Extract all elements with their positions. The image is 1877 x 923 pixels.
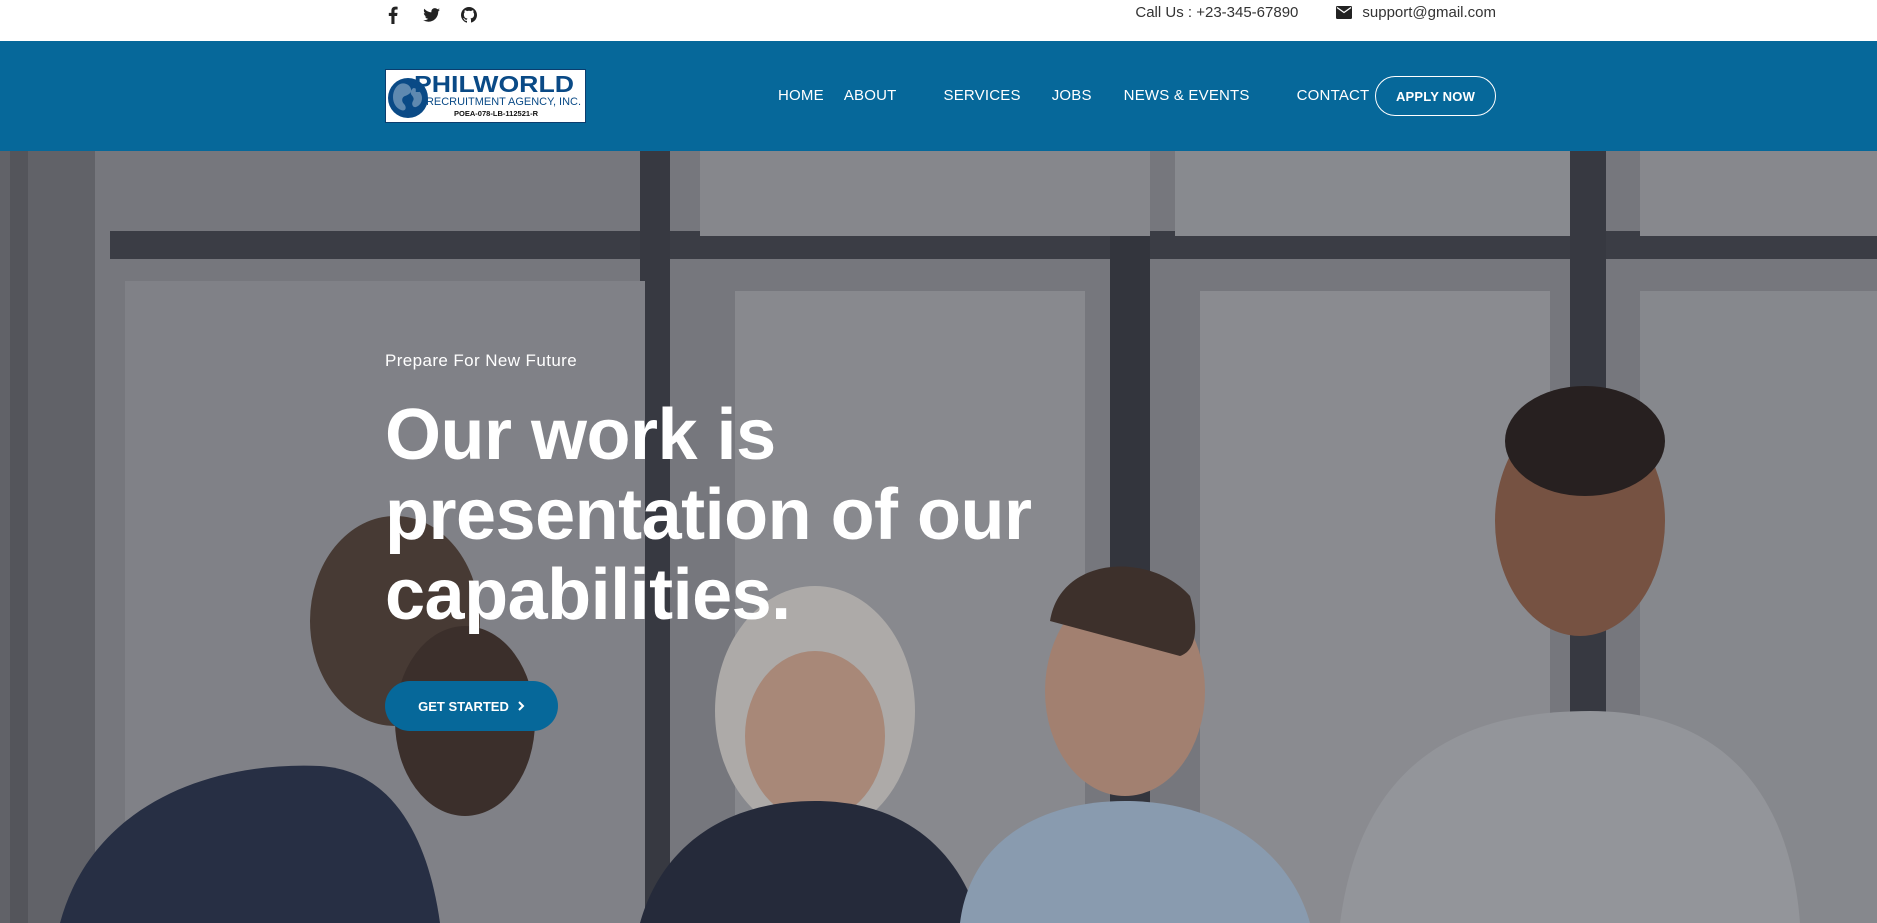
email-text: support@gmail.com — [1362, 4, 1496, 21]
hero-headline-line-1: Our work is — [385, 395, 776, 475]
nav-item-about[interactable]: ABOUT — [844, 87, 897, 104]
phone-text: Call Us : +23-345-67890 — [1135, 4, 1299, 21]
top-bar: Call Us : +23-345-67890 support@gmail.co… — [0, 0, 1877, 41]
apply-now-button[interactable]: APPLY NOW — [1375, 76, 1496, 116]
facebook-icon[interactable] — [383, 5, 403, 25]
logo-name: PHILWORLD — [414, 71, 574, 97]
logo-subtitle: RECRUITMENT AGENCY, INC. — [426, 96, 581, 108]
get-started-button[interactable]: GET STARTED — [385, 681, 558, 731]
email-contact[interactable]: support@gmail.com — [1336, 4, 1496, 21]
chevron-right-icon — [517, 701, 525, 711]
twitter-icon[interactable] — [421, 5, 441, 25]
hero-headline-line-3: capabilities. — [385, 555, 791, 635]
envelope-icon — [1336, 5, 1353, 20]
hero-headline-line-2: presentation of our — [385, 475, 1032, 555]
hero-section: Prepare For New Future Our work is prese… — [0, 151, 1877, 923]
contact-info: Call Us : +23-345-67890 support@gmail.co… — [1135, 4, 1496, 21]
company-logo[interactable]: PHILWORLD RECRUITMENT AGENCY, INC. POEA-… — [385, 69, 586, 123]
hero-eyebrow: Prepare For New Future — [385, 351, 578, 370]
nav-menu: HOME ABOUT SERVICES JOBS NEWS & EVENTS C… — [778, 87, 1369, 104]
nav-item-news-events[interactable]: NEWS & EVENTS — [1124, 87, 1250, 104]
hero-headline: Our work is presentation of our capabili… — [385, 395, 1085, 635]
logo-license: POEA-078-LB-112521-R — [454, 111, 538, 118]
nav-item-home[interactable]: HOME — [778, 87, 824, 104]
main-navbar: PHILWORLD RECRUITMENT AGENCY, INC. POEA-… — [0, 41, 1877, 151]
github-icon[interactable] — [459, 5, 479, 25]
nav-item-jobs[interactable]: JOBS — [1052, 87, 1092, 104]
nav-item-contact[interactable]: CONTACT — [1297, 87, 1370, 104]
get-started-label: GET STARTED — [418, 698, 509, 714]
social-links — [383, 5, 479, 25]
nav-item-services[interactable]: SERVICES — [944, 87, 1021, 104]
